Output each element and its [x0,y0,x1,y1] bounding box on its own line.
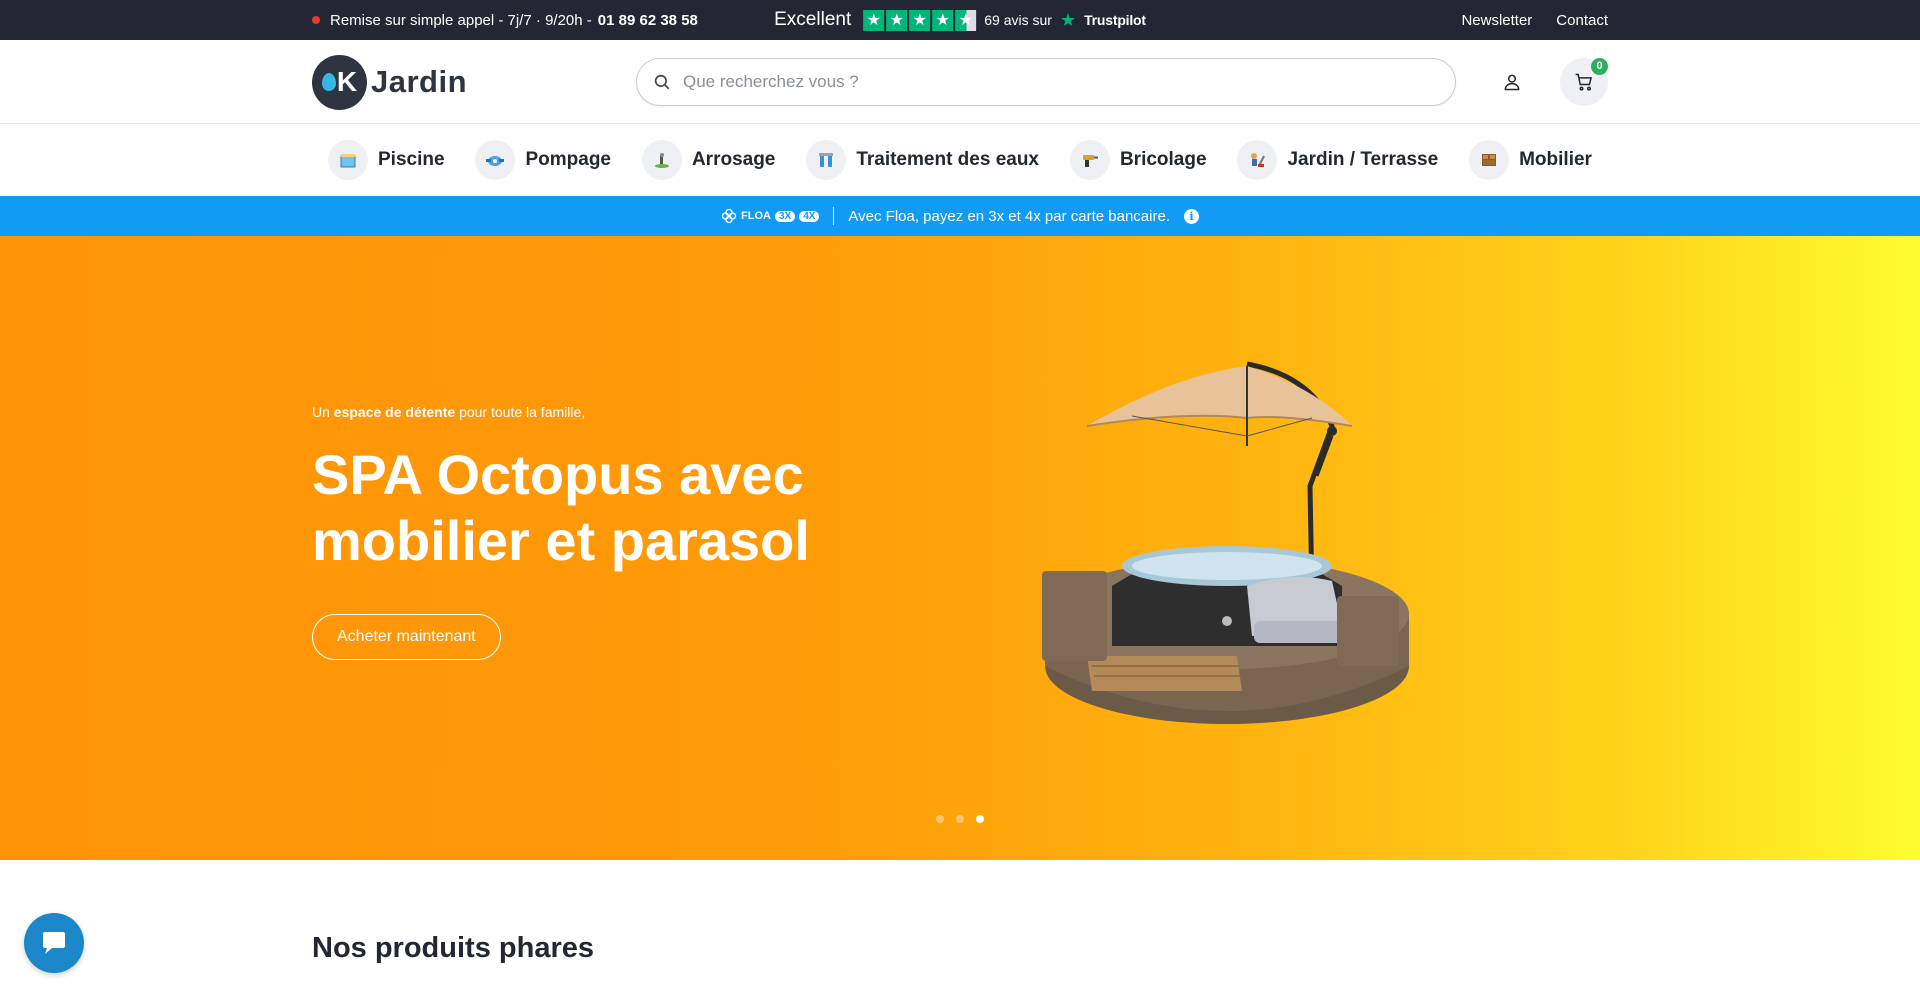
hero-subtitle: Un espace de détente pour toute la famil… [312,404,872,420]
buy-now-button[interactable]: Acheter maintenant [312,614,501,660]
floa-4x-pill: 4X [799,210,820,222]
nav-label: Arrosage [691,149,776,170]
floa-3x-pill: 3X [774,210,796,222]
rating-stars: ★ ★ ★ ★ ★ [863,9,977,31]
water-filter-icon [806,140,847,180]
featured-products-section: Nos produits phares [0,860,1920,965]
section-title: Nos produits phares [312,932,594,964]
nav-label: Pompage [525,149,612,170]
hero-banner: Un espace de détente pour toute la famil… [0,236,1920,860]
carousel-dot[interactable] [956,815,964,823]
hero-text: Un espace de détente pour toute la famil… [312,404,872,660]
chat-button[interactable] [24,913,84,973]
star-icon: ★ [909,9,931,31]
site-header: K Jardin 0 [0,40,1920,124]
status-dot-icon [312,16,320,24]
spa-product-image[interactable] [1032,356,1432,741]
star-icon: ★ [863,9,885,31]
cart-icon [1575,73,1593,91]
top-bar: Remise sur simple appel - 7j/7 · 9/20h -… [0,0,1920,40]
star-icon: ★ [886,9,908,31]
nav-label: Mobilier [1519,149,1592,170]
account-button[interactable] [1488,58,1536,106]
category-nav: Piscine Pompage Arrosage Traitement des … [0,124,1920,196]
water-drop-icon [321,73,336,91]
logo[interactable]: K Jardin [312,54,636,110]
carousel-dots [936,815,984,823]
floa-flower-icon [721,208,737,224]
user-icon [1504,74,1520,91]
pump-icon [475,140,516,180]
search-input[interactable] [683,72,1439,92]
top-links: Newsletter Contact [1461,12,1608,29]
divider [833,207,835,225]
call-info: Remise sur simple appel - 7j/7 · 9/20h -… [312,12,698,29]
furniture-icon [1469,140,1510,180]
hero-title: SPA Octopus avec mobilier et parasol [312,443,810,572]
nav-label: Bricolage [1119,149,1207,170]
carousel-dot-active[interactable] [976,815,984,823]
logo-text: Jardin [371,64,468,99]
search-bar[interactable] [636,58,1456,106]
star-icon: ★ [932,9,954,31]
phone-number[interactable]: 01 89 62 38 58 [598,12,698,29]
nav-item-mobilier[interactable]: Mobilier [1469,140,1592,180]
floa-text: Avec Floa, payez en 3x et 4x par carte b… [848,207,1170,225]
rating-word: Excellent [774,9,852,30]
nav-item-traitement[interactable]: Traitement des eaux [806,140,1039,180]
hero-subtitle-bold: espace de détente [333,404,456,420]
floa-logo: FLOA 3X 4X [721,208,820,224]
nav-item-arrosage[interactable]: Arrosage [641,140,776,180]
trustpilot-logo: Trustpilot [1084,12,1146,28]
info-icon[interactable]: i [1184,208,1199,224]
logo-letter: K [336,66,358,97]
chat-bubble-icon [43,932,65,954]
half-star-icon: ★ [955,9,977,31]
reviews-count: 69 avis sur [984,12,1052,28]
cart-button[interactable]: 0 [1560,58,1608,106]
logo-mark: K [312,54,367,110]
sprinkler-icon [641,140,682,180]
nav-label: Jardin / Terrasse [1287,149,1439,170]
nav-item-jardin-terrasse[interactable]: Jardin / Terrasse [1237,140,1438,180]
search-icon [654,74,670,90]
newsletter-link[interactable]: Newsletter [1461,12,1532,29]
hero-subtitle-start: Un [312,404,334,420]
nav-item-pompage[interactable]: Pompage [475,140,611,180]
contact-link[interactable]: Contact [1556,12,1608,29]
nav-label: Piscine [378,149,445,170]
nav-item-bricolage[interactable]: Bricolage [1069,140,1207,180]
carousel-dot[interactable] [936,815,944,823]
garden-icon [1237,140,1278,180]
hero-subtitle-end: pour toute la famille, [455,404,586,420]
trustpilot-widget[interactable]: Excellent ★ ★ ★ ★ ★ 69 avis sur ★ Trustp… [774,9,1146,31]
floa-brand: FLOA [741,210,771,222]
nav-label: Traitement des eaux [856,149,1040,170]
cart-count-badge: 0 [1591,58,1608,75]
pool-icon [328,140,368,180]
drill-icon [1069,140,1110,180]
floa-banner[interactable]: FLOA 3X 4X Avec Floa, payez en 3x et 4x … [0,196,1920,236]
trustpilot-star-icon: ★ [1059,9,1077,30]
header-actions: 0 [1488,58,1608,106]
nav-item-piscine[interactable]: Piscine [328,140,445,180]
call-text: Remise sur simple appel - 7j/7 · 9/20h - [330,11,592,29]
